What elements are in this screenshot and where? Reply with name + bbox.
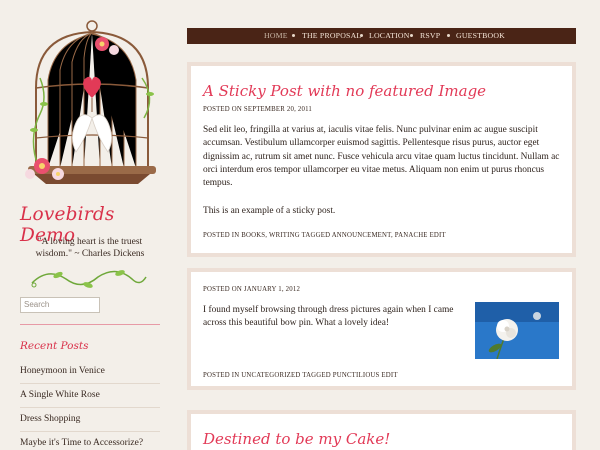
post-title[interactable]: A Sticky Post with no featured Image (203, 82, 486, 100)
recent-post-link[interactable]: A Single White Rose (20, 384, 160, 408)
nav-separator-dot (410, 34, 413, 37)
post-text-line: tempus. (203, 178, 233, 189)
post-title[interactable]: Destined to be my Cake! (203, 430, 390, 448)
recent-post-link[interactable]: Dress Shopping (20, 408, 160, 432)
post-text-line: orci interdum eros tempor ullamcorper eu… (203, 164, 545, 175)
post-card: POSTED ON JANUARY 1, 2012 I found myself… (187, 268, 576, 390)
sidebar: Lovebirds Demo "A loving heart is the tr… (0, 0, 180, 450)
vine-divider-icon (31, 270, 147, 288)
post-date: POSTED ON JANUARY 1, 2012 (203, 286, 301, 293)
nav-item-rsvp[interactable]: RSVP (420, 31, 440, 40)
nav-item-location[interactable]: LOCATION (369, 31, 410, 40)
post-footer-meta: POSTED IN UNCATEGORIZED TAGGED PUNCTILIO… (203, 372, 398, 379)
white-rose-thumbnail[interactable] (475, 302, 559, 359)
post-card: A Sticky Post with no featured Image POS… (187, 62, 576, 257)
nav-item-the-proposal[interactable]: THE PROPOSAL (302, 31, 361, 40)
search-input[interactable]: Search (20, 297, 100, 313)
post-date: POSTED ON SEPTEMBER 20, 2011 (203, 106, 313, 113)
post-excerpt: I found myself browsing through dress pi… (203, 304, 473, 331)
post-text-line: accumsan. Vestibulum ullamcorper euismod… (203, 138, 540, 149)
nav-item-home[interactable]: HOME (264, 31, 288, 40)
post-text-line: dignissim ac, rutrum sit amet nunc. Fusc… (203, 151, 560, 162)
post-card: Destined to be my Cake! (187, 410, 576, 450)
recent-post-link[interactable]: Honeymoon in Venice (20, 360, 160, 384)
recent-posts-list: Honeymoon in Venice A Single White Rose … (20, 360, 160, 450)
post-excerpt: Sed elit leo, fringilla at varius at, ia… (203, 124, 563, 190)
post-footer-meta: POSTED IN BOOKS, WRITING TAGGED ANNOUNCE… (203, 232, 446, 239)
nav-separator-dot (360, 34, 363, 37)
birdcage-icon (25, 20, 156, 184)
recent-post-link[interactable]: Maybe it's Time to Accessorize? (20, 432, 160, 450)
nav-separator-dot (447, 34, 450, 37)
post-text-line: across this beautiful bow pin. What a lo… (203, 318, 389, 329)
nav-separator-dot (292, 34, 295, 37)
site-tagline: "A loving heart is the truest wisdom." ~… (35, 237, 145, 259)
main-navigation: HOME THE PROPOSAL LOCATION RSVP GUESTBOO… (187, 28, 576, 44)
nav-item-guestbook[interactable]: GUESTBOOK (456, 31, 505, 40)
recent-posts-heading: Recent Posts (20, 340, 89, 352)
sidebar-divider (20, 324, 160, 325)
post-text-line: I found myself browsing through dress pi… (203, 305, 454, 315)
post-text-line: Sed elit leo, fringilla at varius at, ia… (203, 125, 538, 135)
post-extra-text: This is an example of a sticky post. (203, 206, 336, 216)
